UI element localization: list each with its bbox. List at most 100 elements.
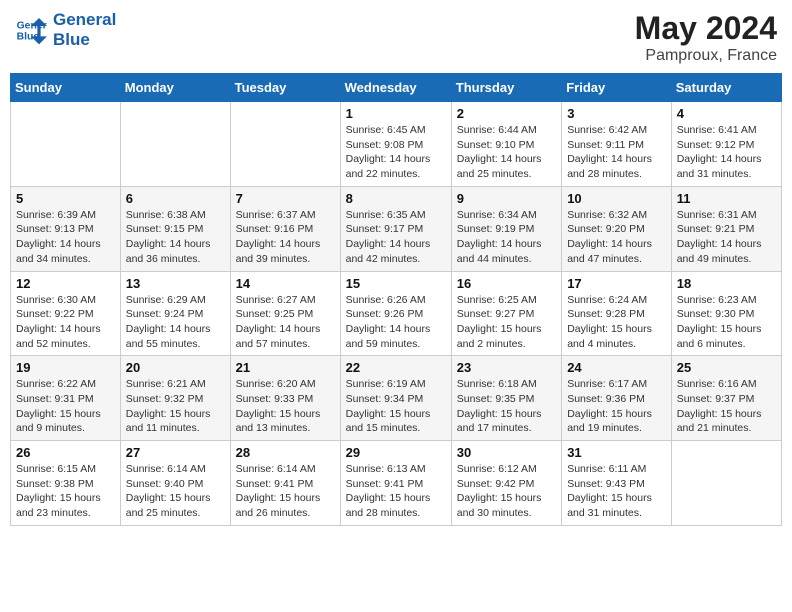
calendar-table: SundayMondayTuesdayWednesdayThursdayFrid…: [10, 73, 782, 526]
calendar-week-2: 12Sunrise: 6:30 AM Sunset: 9:22 PM Dayli…: [11, 271, 782, 356]
day-info: Sunrise: 6:44 AM Sunset: 9:10 PM Dayligh…: [457, 123, 556, 182]
day-info: Sunrise: 6:31 AM Sunset: 9:21 PM Dayligh…: [677, 208, 776, 267]
day-cell-17: 17 Sunrise: 6:24 AM Sunset: 9:28 PM Dayli…: [562, 271, 672, 356]
day-info: Sunrise: 6:23 AM Sunset: 9:30 PM Dayligh…: [677, 293, 776, 352]
day-cell-11: 11 Sunrise: 6:31 AM Sunset: 9:21 PM Dayli…: [671, 186, 781, 271]
header-monday: Monday: [120, 74, 230, 102]
day-cell-15: 15 Sunrise: 6:26 AM Sunset: 9:26 PM Dayli…: [340, 271, 451, 356]
day-cell-28: 28Sunrise: 6:14 AM Sunset: 9:41 PM Dayli…: [230, 441, 340, 526]
day-info: Sunrise: 6:41 AM Sunset: 9:12 PM Dayligh…: [677, 123, 776, 182]
calendar-week-4: 26 Sunrise: 6:15 AM Sunset: 9:38 PM Dayli…: [11, 441, 782, 526]
calendar-week-3: 19 Sunrise: 6:22 AM Sunset: 9:31 PM Dayli…: [11, 356, 782, 441]
month-title: May 2024: [635, 10, 777, 47]
day-number: 17: [567, 276, 666, 291]
day-cell-19: 19 Sunrise: 6:22 AM Sunset: 9:31 PM Dayli…: [11, 356, 121, 441]
day-cell-7: 7Sunrise: 6:37 AM Sunset: 9:16 PM Daylig…: [230, 186, 340, 271]
day-number: 29: [346, 445, 446, 460]
day-info: Sunrise: 6:21 AM Sunset: 9:32 PM Dayligh…: [126, 377, 225, 436]
day-number: 26: [16, 445, 115, 460]
day-cell-4: 4 Sunrise: 6:41 AM Sunset: 9:12 PM Daylig…: [671, 102, 781, 187]
day-number: 8: [346, 191, 446, 206]
empty-cell: [230, 102, 340, 187]
day-cell-23: 23 Sunrise: 6:18 AM Sunset: 9:35 PM Dayli…: [451, 356, 561, 441]
day-cell-29: 29Sunrise: 6:13 AM Sunset: 9:41 PM Dayli…: [340, 441, 451, 526]
day-number: 18: [677, 276, 776, 291]
header-thursday: Thursday: [451, 74, 561, 102]
header-saturday: Saturday: [671, 74, 781, 102]
day-number: 22: [346, 360, 446, 375]
day-cell-30: 30 Sunrise: 6:12 AM Sunset: 9:42 PM Dayli…: [451, 441, 561, 526]
empty-cell: [120, 102, 230, 187]
day-info: Sunrise: 6:32 AM Sunset: 9:20 PM Dayligh…: [567, 208, 666, 267]
calendar-header-row: SundayMondayTuesdayWednesdayThursdayFrid…: [11, 74, 782, 102]
day-info: Sunrise: 6:19 AM Sunset: 9:34 PM Dayligh…: [346, 377, 446, 436]
calendar-week-1: 5Sunrise: 6:39 AM Sunset: 9:13 PM Daylig…: [11, 186, 782, 271]
day-number: 15: [346, 276, 446, 291]
day-number: 2: [457, 106, 556, 121]
day-number: 25: [677, 360, 776, 375]
day-cell-18: 18 Sunrise: 6:23 AM Sunset: 9:30 PM Dayli…: [671, 271, 781, 356]
day-info: Sunrise: 6:24 AM Sunset: 9:28 PM Dayligh…: [567, 293, 666, 352]
day-cell-21: 21Sunrise: 6:20 AM Sunset: 9:33 PM Dayli…: [230, 356, 340, 441]
day-info: Sunrise: 6:45 AM Sunset: 9:08 PM Dayligh…: [346, 123, 446, 182]
day-info: Sunrise: 6:34 AM Sunset: 9:19 PM Dayligh…: [457, 208, 556, 267]
day-cell-25: 25 Sunrise: 6:16 AM Sunset: 9:37 PM Dayli…: [671, 356, 781, 441]
header-tuesday: Tuesday: [230, 74, 340, 102]
day-number: 9: [457, 191, 556, 206]
header-sunday: Sunday: [11, 74, 121, 102]
day-number: 13: [126, 276, 225, 291]
day-cell-2: 2 Sunrise: 6:44 AM Sunset: 9:10 PM Daylig…: [451, 102, 561, 187]
day-number: 23: [457, 360, 556, 375]
day-info: Sunrise: 6:15 AM Sunset: 9:38 PM Dayligh…: [16, 462, 115, 521]
day-number: 30: [457, 445, 556, 460]
day-cell-13: 13Sunrise: 6:29 AM Sunset: 9:24 PM Dayli…: [120, 271, 230, 356]
day-number: 6: [126, 191, 225, 206]
day-number: 20: [126, 360, 225, 375]
header-wednesday: Wednesday: [340, 74, 451, 102]
header-friday: Friday: [562, 74, 672, 102]
day-cell-31: 31 Sunrise: 6:11 AM Sunset: 9:43 PM Dayli…: [562, 441, 672, 526]
day-cell-6: 6Sunrise: 6:38 AM Sunset: 9:15 PM Daylig…: [120, 186, 230, 271]
day-number: 14: [236, 276, 335, 291]
day-cell-26: 26 Sunrise: 6:15 AM Sunset: 9:38 PM Dayli…: [11, 441, 121, 526]
day-cell-10: 10 Sunrise: 6:32 AM Sunset: 9:20 PM Dayli…: [562, 186, 672, 271]
day-cell-16: 16Sunrise: 6:25 AM Sunset: 9:27 PM Dayli…: [451, 271, 561, 356]
day-cell-22: 22 Sunrise: 6:19 AM Sunset: 9:34 PM Dayli…: [340, 356, 451, 441]
day-cell-3: 3 Sunrise: 6:42 AM Sunset: 9:11 PM Daylig…: [562, 102, 672, 187]
day-number: 4: [677, 106, 776, 121]
day-number: 11: [677, 191, 776, 206]
day-info: Sunrise: 6:18 AM Sunset: 9:35 PM Dayligh…: [457, 377, 556, 436]
day-number: 3: [567, 106, 666, 121]
day-number: 12: [16, 276, 115, 291]
empty-cell: [671, 441, 781, 526]
day-cell-8: 8Sunrise: 6:35 AM Sunset: 9:17 PM Daylig…: [340, 186, 451, 271]
day-info: Sunrise: 6:39 AM Sunset: 9:13 PM Dayligh…: [16, 208, 115, 267]
day-cell-20: 20 Sunrise: 6:21 AM Sunset: 9:32 PM Dayli…: [120, 356, 230, 441]
logo-subtext: Blue: [53, 30, 116, 50]
day-info: Sunrise: 6:12 AM Sunset: 9:42 PM Dayligh…: [457, 462, 556, 521]
day-number: 31: [567, 445, 666, 460]
day-number: 7: [236, 191, 335, 206]
day-cell-9: 9 Sunrise: 6:34 AM Sunset: 9:19 PM Daylig…: [451, 186, 561, 271]
day-number: 10: [567, 191, 666, 206]
day-info: Sunrise: 6:26 AM Sunset: 9:26 PM Dayligh…: [346, 293, 446, 352]
day-number: 28: [236, 445, 335, 460]
day-cell-5: 5Sunrise: 6:39 AM Sunset: 9:13 PM Daylig…: [11, 186, 121, 271]
day-info: Sunrise: 6:42 AM Sunset: 9:11 PM Dayligh…: [567, 123, 666, 182]
day-number: 24: [567, 360, 666, 375]
day-cell-24: 24 Sunrise: 6:17 AM Sunset: 9:36 PM Dayli…: [562, 356, 672, 441]
day-info: Sunrise: 6:16 AM Sunset: 9:37 PM Dayligh…: [677, 377, 776, 436]
logo-text: General: [53, 10, 116, 30]
day-info: Sunrise: 6:22 AM Sunset: 9:31 PM Dayligh…: [16, 377, 115, 436]
day-number: 1: [346, 106, 446, 121]
day-info: Sunrise: 6:11 AM Sunset: 9:43 PM Dayligh…: [567, 462, 666, 521]
day-number: 19: [16, 360, 115, 375]
day-info: Sunrise: 6:17 AM Sunset: 9:36 PM Dayligh…: [567, 377, 666, 436]
day-cell-1: 1 Sunrise: 6:45 AM Sunset: 9:08 PM Daylig…: [340, 102, 451, 187]
empty-cell: [11, 102, 121, 187]
day-cell-12: 12Sunrise: 6:30 AM Sunset: 9:22 PM Dayli…: [11, 271, 121, 356]
day-cell-14: 14Sunrise: 6:27 AM Sunset: 9:25 PM Dayli…: [230, 271, 340, 356]
logo-icon: General Blue: [15, 14, 47, 46]
day-number: 27: [126, 445, 225, 460]
calendar-week-0: 1 Sunrise: 6:45 AM Sunset: 9:08 PM Daylig…: [11, 102, 782, 187]
